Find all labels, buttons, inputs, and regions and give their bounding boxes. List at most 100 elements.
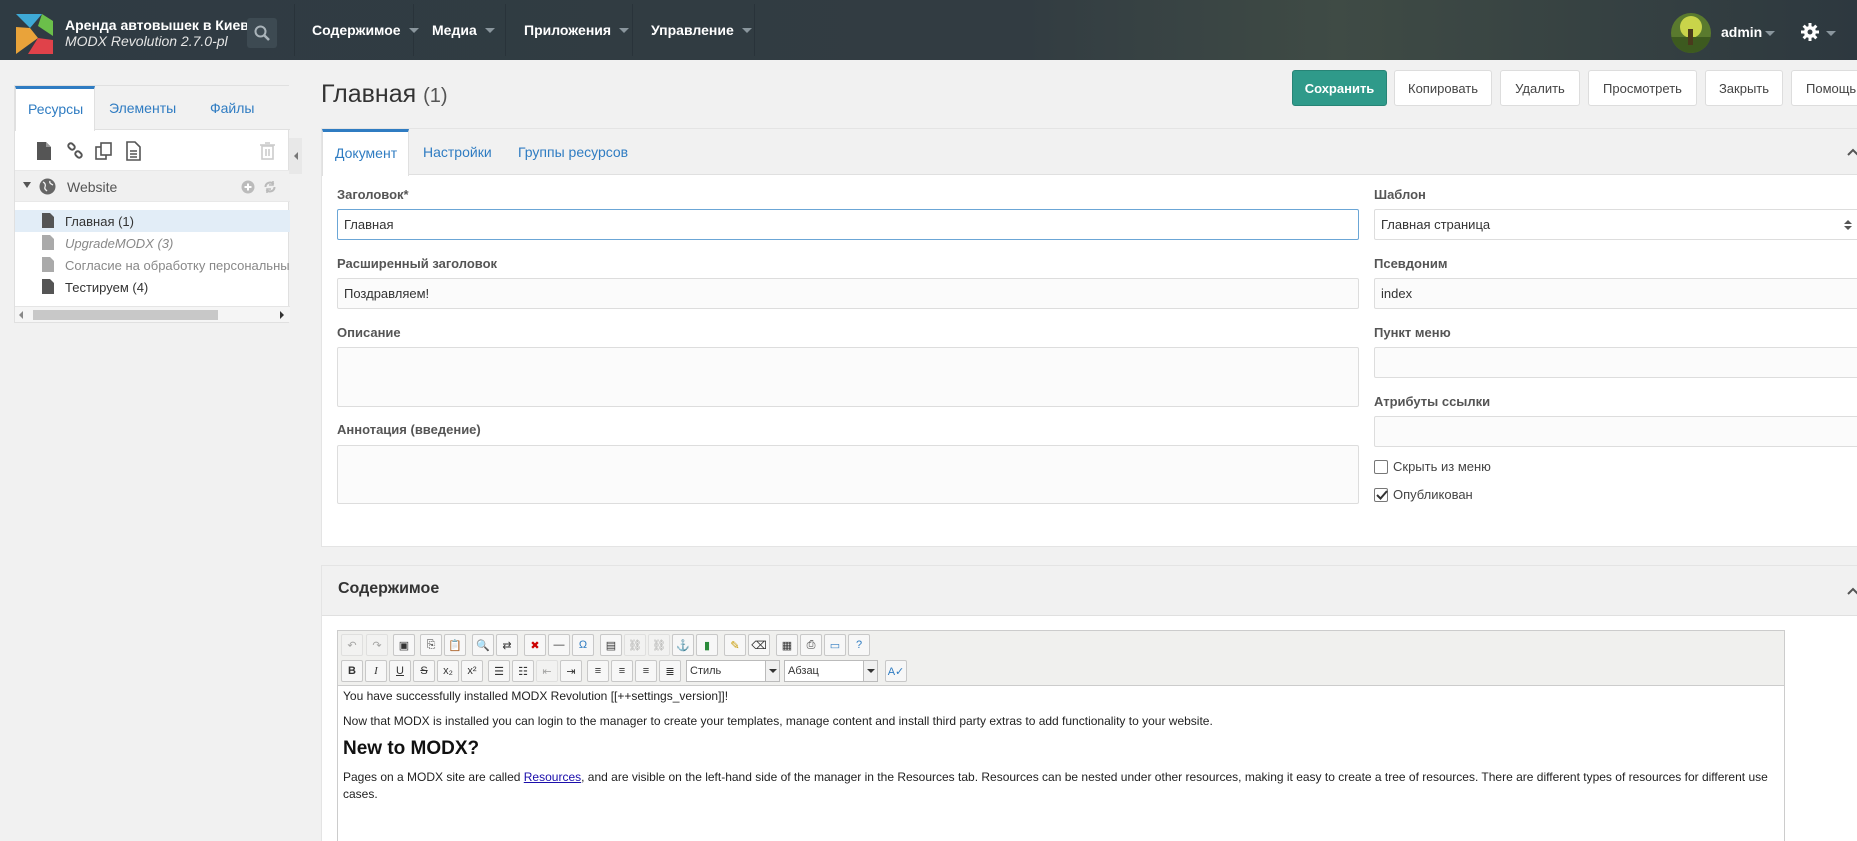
- superscript-icon[interactable]: x²: [461, 660, 483, 682]
- subscript-icon[interactable]: x₂: [437, 660, 459, 682]
- horizontal-scrollbar[interactable]: [15, 306, 290, 322]
- unlink-icon[interactable]: ⛓: [648, 634, 670, 656]
- trash-icon[interactable]: [258, 141, 276, 161]
- tree-item[interactable]: Главная (1): [15, 210, 290, 232]
- find-icon[interactable]: 🔍: [472, 634, 494, 656]
- code-icon[interactable]: ▦: [776, 634, 798, 656]
- user-name[interactable]: admin: [1721, 24, 1762, 40]
- special-char-icon[interactable]: Ω: [572, 634, 594, 656]
- undo-icon[interactable]: ↶: [341, 634, 363, 656]
- fullscreen-icon[interactable]: ▭: [824, 634, 846, 656]
- close-button[interactable]: Закрыть: [1705, 70, 1783, 106]
- tree-root-website[interactable]: Website: [15, 170, 290, 202]
- scroll-left-icon[interactable]: [19, 311, 23, 319]
- editor-toolbar: ↶ ↷ ▣ ⎘ 📋 🔍 ⇄ ✖ — Ω ▤ ⛓ ⛓ ⚓ ▮ ✎ ⌫ ▦ ⎙ ▭ …: [338, 631, 1784, 686]
- help-button[interactable]: Помощь: [1791, 70, 1857, 106]
- nav-content[interactable]: Содержимое: [294, 4, 419, 56]
- published-checkbox[interactable]: [1374, 487, 1388, 502]
- style-select[interactable]: Стиль: [686, 660, 780, 682]
- site-name[interactable]: Аренда автовышек в Киеве: [65, 17, 256, 33]
- bold-icon[interactable]: B: [341, 660, 363, 682]
- remove-format-icon[interactable]: ✖: [524, 634, 546, 656]
- nav-extras[interactable]: Приложения: [506, 4, 633, 56]
- chevron-down-icon[interactable]: [1826, 31, 1836, 36]
- underline-icon[interactable]: U: [389, 660, 411, 682]
- add-child-icon[interactable]: [241, 180, 255, 194]
- scrollbar-thumb[interactable]: [33, 310, 218, 320]
- spellcheck-icon[interactable]: A✓: [885, 660, 907, 682]
- tab-files[interactable]: Файлы: [198, 86, 270, 130]
- title-input[interactable]: Главная: [337, 209, 1359, 240]
- tree-item[interactable]: Согласие на обработку персональных: [15, 254, 290, 276]
- horizontal-rule-icon[interactable]: —: [548, 634, 570, 656]
- new-symlink-icon[interactable]: [95, 141, 113, 161]
- introtext-textarea[interactable]: [337, 445, 1359, 504]
- new-document-icon[interactable]: [35, 141, 53, 161]
- bullet-list-icon[interactable]: ☰: [488, 660, 510, 682]
- template-select[interactable]: Главная страница: [1374, 209, 1857, 240]
- align-center-icon[interactable]: ≡: [611, 660, 633, 682]
- select-all-icon[interactable]: ▣: [393, 634, 415, 656]
- link-attributes-input[interactable]: [1374, 416, 1857, 447]
- print-icon[interactable]: ⎙: [800, 634, 822, 656]
- resources-link[interactable]: Resources: [524, 770, 581, 784]
- tab-resource-groups[interactable]: Группы ресурсов: [506, 129, 646, 175]
- tab-resources[interactable]: Ресурсы: [15, 86, 95, 131]
- new-static-resource-icon[interactable]: [124, 141, 142, 161]
- cleanup-icon[interactable]: ✎: [724, 634, 746, 656]
- chevron-down-icon[interactable]: [1765, 31, 1775, 36]
- redo-icon[interactable]: ↷: [366, 634, 388, 656]
- content-heading: New to MODX?: [343, 738, 480, 759]
- copy-icon[interactable]: ⎘: [420, 634, 442, 656]
- image-icon[interactable]: ▤: [600, 634, 622, 656]
- editor-content[interactable]: You have successfully installed MODX Rev…: [343, 688, 1779, 811]
- strikethrough-icon[interactable]: S: [413, 660, 435, 682]
- anchor-icon[interactable]: ⚓: [672, 634, 694, 656]
- new-weblink-icon[interactable]: [66, 141, 84, 161]
- menutitle-input[interactable]: [1374, 347, 1857, 378]
- view-button[interactable]: Просмотреть: [1588, 70, 1697, 106]
- avatar[interactable]: [1671, 13, 1711, 53]
- nav-manage[interactable]: Управление: [633, 4, 755, 56]
- hidemenu-checkbox[interactable]: [1374, 459, 1388, 474]
- help-icon[interactable]: ?: [848, 634, 870, 656]
- eraser-icon[interactable]: ⌫: [748, 634, 770, 656]
- scroll-right-icon[interactable]: [280, 311, 284, 319]
- longtitle-input[interactable]: Поздравляем!: [337, 278, 1359, 309]
- rich-text-editor[interactable]: ↶ ↷ ▣ ⎘ 📋 🔍 ⇄ ✖ — Ω ▤ ⛓ ⛓ ⚓ ▮ ✎ ⌫ ▦ ⎙ ▭ …: [337, 630, 1785, 841]
- align-left-icon[interactable]: ≡: [587, 660, 609, 682]
- align-right-icon[interactable]: ≡: [635, 660, 657, 682]
- alias-input[interactable]: index: [1374, 278, 1857, 309]
- format-select[interactable]: Абзац: [784, 660, 878, 682]
- tree-item[interactable]: Тестируем (4): [15, 276, 290, 298]
- tab-document[interactable]: Документ: [322, 129, 409, 176]
- italic-icon[interactable]: I: [365, 660, 387, 682]
- delete-button[interactable]: Удалить: [1500, 70, 1580, 106]
- chevron-up-icon[interactable]: [1847, 587, 1857, 595]
- description-textarea[interactable]: [337, 347, 1359, 407]
- link-icon[interactable]: ⛓: [624, 634, 646, 656]
- replace-icon[interactable]: ⇄: [496, 634, 518, 656]
- chevron-up-icon[interactable]: [1847, 148, 1857, 156]
- refresh-icon[interactable]: [263, 180, 277, 194]
- nav-media[interactable]: Медиа: [414, 4, 506, 56]
- numbered-list-icon[interactable]: ☷: [512, 660, 534, 682]
- outdent-icon[interactable]: ⇤: [536, 660, 558, 682]
- media-icon[interactable]: ▮: [696, 634, 718, 656]
- published-checkbox-row[interactable]: Опубликован: [1374, 487, 1473, 502]
- tab-elements[interactable]: Элементы: [97, 86, 193, 130]
- paste-icon[interactable]: 📋: [444, 634, 466, 656]
- expand-arrow-icon[interactable]: [23, 182, 31, 188]
- tab-settings[interactable]: Настройки: [411, 129, 503, 175]
- search-button[interactable]: [247, 18, 277, 48]
- gear-icon[interactable]: [1800, 22, 1820, 42]
- align-justify-icon[interactable]: ≣: [659, 660, 681, 682]
- collapse-sidebar-handle[interactable]: [289, 138, 302, 174]
- indent-icon[interactable]: ⇥: [560, 660, 582, 682]
- content-panel-header[interactable]: Содержимое: [322, 566, 1857, 616]
- hidemenu-checkbox-row[interactable]: Скрыть из меню: [1374, 459, 1491, 474]
- save-button[interactable]: Сохранить: [1292, 70, 1387, 106]
- copy-button[interactable]: Копировать: [1394, 70, 1492, 106]
- modx-logo-icon[interactable]: [16, 14, 53, 54]
- tree-item[interactable]: UpgradeMODX (3): [15, 232, 290, 254]
